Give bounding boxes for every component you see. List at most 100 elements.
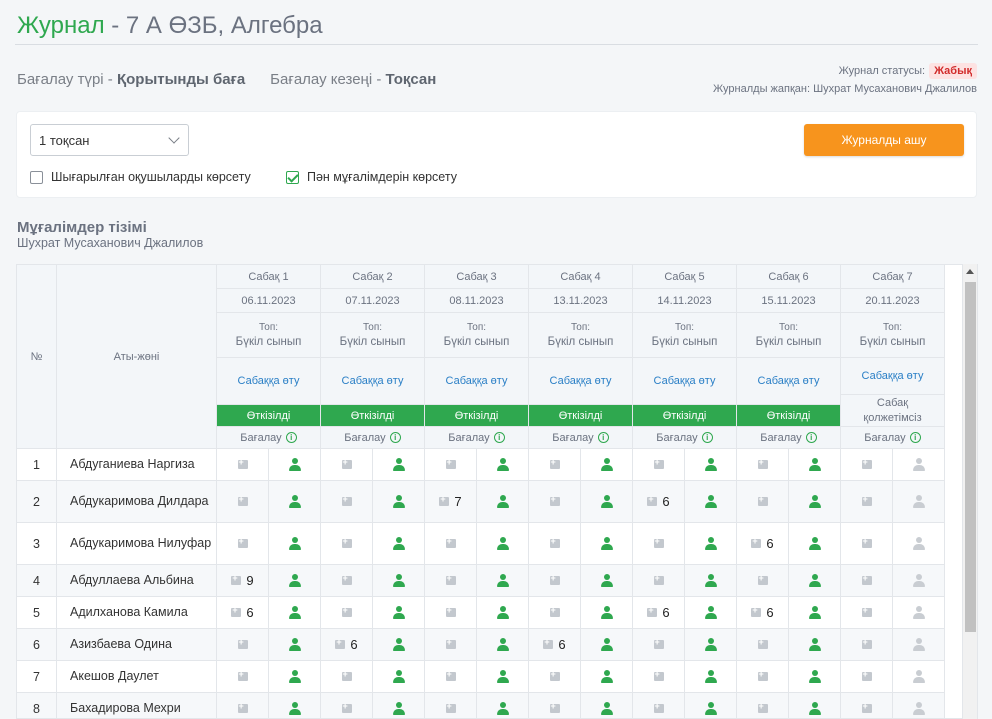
mark-cell[interactable] (425, 523, 477, 565)
vertical-scrollbar[interactable] (962, 264, 977, 719)
comment-plus-icon[interactable] (861, 605, 872, 617)
mark-cell[interactable] (425, 661, 477, 693)
attendance-cell[interactable] (685, 523, 737, 565)
comment-plus-icon[interactable] (757, 573, 768, 585)
attendance-cell[interactable] (269, 523, 321, 565)
mark-cell[interactable] (529, 693, 581, 718)
attendance-cell[interactable] (685, 661, 737, 693)
person-icon[interactable] (912, 669, 926, 684)
comment-plus-icon[interactable] (341, 494, 352, 506)
person-icon[interactable] (392, 457, 406, 472)
mark-cell[interactable] (529, 481, 581, 523)
comment-plus-icon[interactable] (653, 701, 664, 713)
comment-plus-icon[interactable] (341, 605, 352, 617)
mark-cell[interactable] (633, 449, 685, 481)
student-name[interactable]: Абдукаримова Дилдара (57, 481, 217, 523)
go-to-lesson-link[interactable]: Сабаққа өту (841, 358, 945, 395)
mark-cell[interactable] (321, 481, 373, 523)
comment-plus-icon[interactable] (445, 457, 456, 469)
comment-plus-icon[interactable] (653, 573, 664, 585)
mark-cell[interactable] (321, 565, 373, 597)
person-icon[interactable] (808, 457, 822, 472)
mark-cell[interactable] (425, 565, 477, 597)
info-icon[interactable]: i (805, 432, 817, 443)
person-icon[interactable] (496, 669, 510, 684)
comment-plus-icon[interactable] (647, 494, 658, 506)
person-icon[interactable] (704, 494, 718, 509)
person-icon[interactable] (288, 573, 302, 588)
attendance-cell[interactable] (477, 597, 529, 629)
person-icon[interactable] (288, 605, 302, 620)
person-icon[interactable] (496, 605, 510, 620)
comment-plus-icon[interactable] (861, 637, 872, 649)
grade-header[interactable]: Бағалау i (529, 427, 633, 449)
attendance-cell[interactable] (893, 629, 945, 661)
attendance-cell[interactable] (685, 597, 737, 629)
comment-plus-icon[interactable] (751, 605, 762, 617)
go-to-lesson-link[interactable]: Сабаққа өту (737, 358, 841, 405)
mark-cell[interactable] (529, 523, 581, 565)
attendance-cell[interactable] (373, 597, 425, 629)
person-icon[interactable] (600, 605, 614, 620)
person-icon[interactable] (288, 701, 302, 716)
attendance-cell[interactable] (477, 481, 529, 523)
attendance-cell[interactable] (581, 449, 633, 481)
mark-cell[interactable] (841, 629, 893, 661)
person-icon[interactable] (496, 637, 510, 652)
go-to-lesson-link[interactable]: Сабаққа өту (529, 358, 633, 405)
attendance-cell[interactable] (269, 661, 321, 693)
person-icon[interactable] (704, 637, 718, 652)
attendance-cell[interactable] (581, 565, 633, 597)
person-icon[interactable] (808, 605, 822, 620)
comment-plus-icon[interactable] (445, 637, 456, 649)
comment-plus-icon[interactable] (439, 494, 450, 506)
person-icon[interactable] (704, 457, 718, 472)
go-to-lesson-link[interactable]: Сабаққа өту (321, 358, 425, 405)
period-select[interactable]: 1 тоқсан (30, 124, 189, 156)
attendance-cell[interactable] (789, 597, 841, 629)
go-to-lesson-link[interactable]: Сабаққа өту (633, 358, 737, 405)
mark-cell[interactable] (529, 565, 581, 597)
mark-cell[interactable] (841, 481, 893, 523)
comment-plus-icon[interactable] (653, 536, 664, 548)
student-name[interactable]: Бахадирова Мехри (57, 693, 217, 718)
comment-plus-icon[interactable] (335, 637, 346, 649)
mark-cell[interactable]: 6 (633, 597, 685, 629)
mark-cell[interactable] (633, 629, 685, 661)
person-icon[interactable] (912, 494, 926, 509)
comment-plus-icon[interactable] (549, 457, 560, 469)
person-icon[interactable] (288, 637, 302, 652)
attendance-cell[interactable] (373, 481, 425, 523)
attendance-cell[interactable] (269, 597, 321, 629)
person-icon[interactable] (600, 669, 614, 684)
person-icon[interactable] (808, 536, 822, 551)
person-icon[interactable] (912, 605, 926, 620)
attendance-cell[interactable] (269, 629, 321, 661)
mark-cell[interactable]: 6 (737, 597, 789, 629)
person-icon[interactable] (288, 457, 302, 472)
attendance-cell[interactable] (789, 523, 841, 565)
attendance-cell[interactable] (893, 661, 945, 693)
attendance-cell[interactable] (581, 693, 633, 718)
student-name[interactable]: Абдуллаева Альбина (57, 565, 217, 597)
mark-cell[interactable]: 6 (633, 481, 685, 523)
comment-plus-icon[interactable] (445, 536, 456, 548)
comment-plus-icon[interactable] (237, 701, 248, 713)
mark-cell[interactable] (321, 449, 373, 481)
attendance-cell[interactable] (685, 481, 737, 523)
mark-cell[interactable]: 6 (321, 629, 373, 661)
info-icon[interactable]: i (285, 432, 297, 443)
comment-plus-icon[interactable] (751, 536, 762, 548)
comment-plus-icon[interactable] (549, 536, 560, 548)
comment-plus-icon[interactable] (341, 536, 352, 548)
mark-cell[interactable] (217, 693, 269, 718)
student-name[interactable]: Акешов Даулет (57, 661, 217, 693)
attendance-cell[interactable] (477, 661, 529, 693)
attendance-cell[interactable] (893, 481, 945, 523)
comment-plus-icon[interactable] (237, 669, 248, 681)
attendance-cell[interactable] (477, 565, 529, 597)
comment-plus-icon[interactable] (549, 669, 560, 681)
attendance-cell[interactable] (789, 693, 841, 718)
person-icon[interactable] (704, 669, 718, 684)
attendance-cell[interactable] (685, 693, 737, 718)
